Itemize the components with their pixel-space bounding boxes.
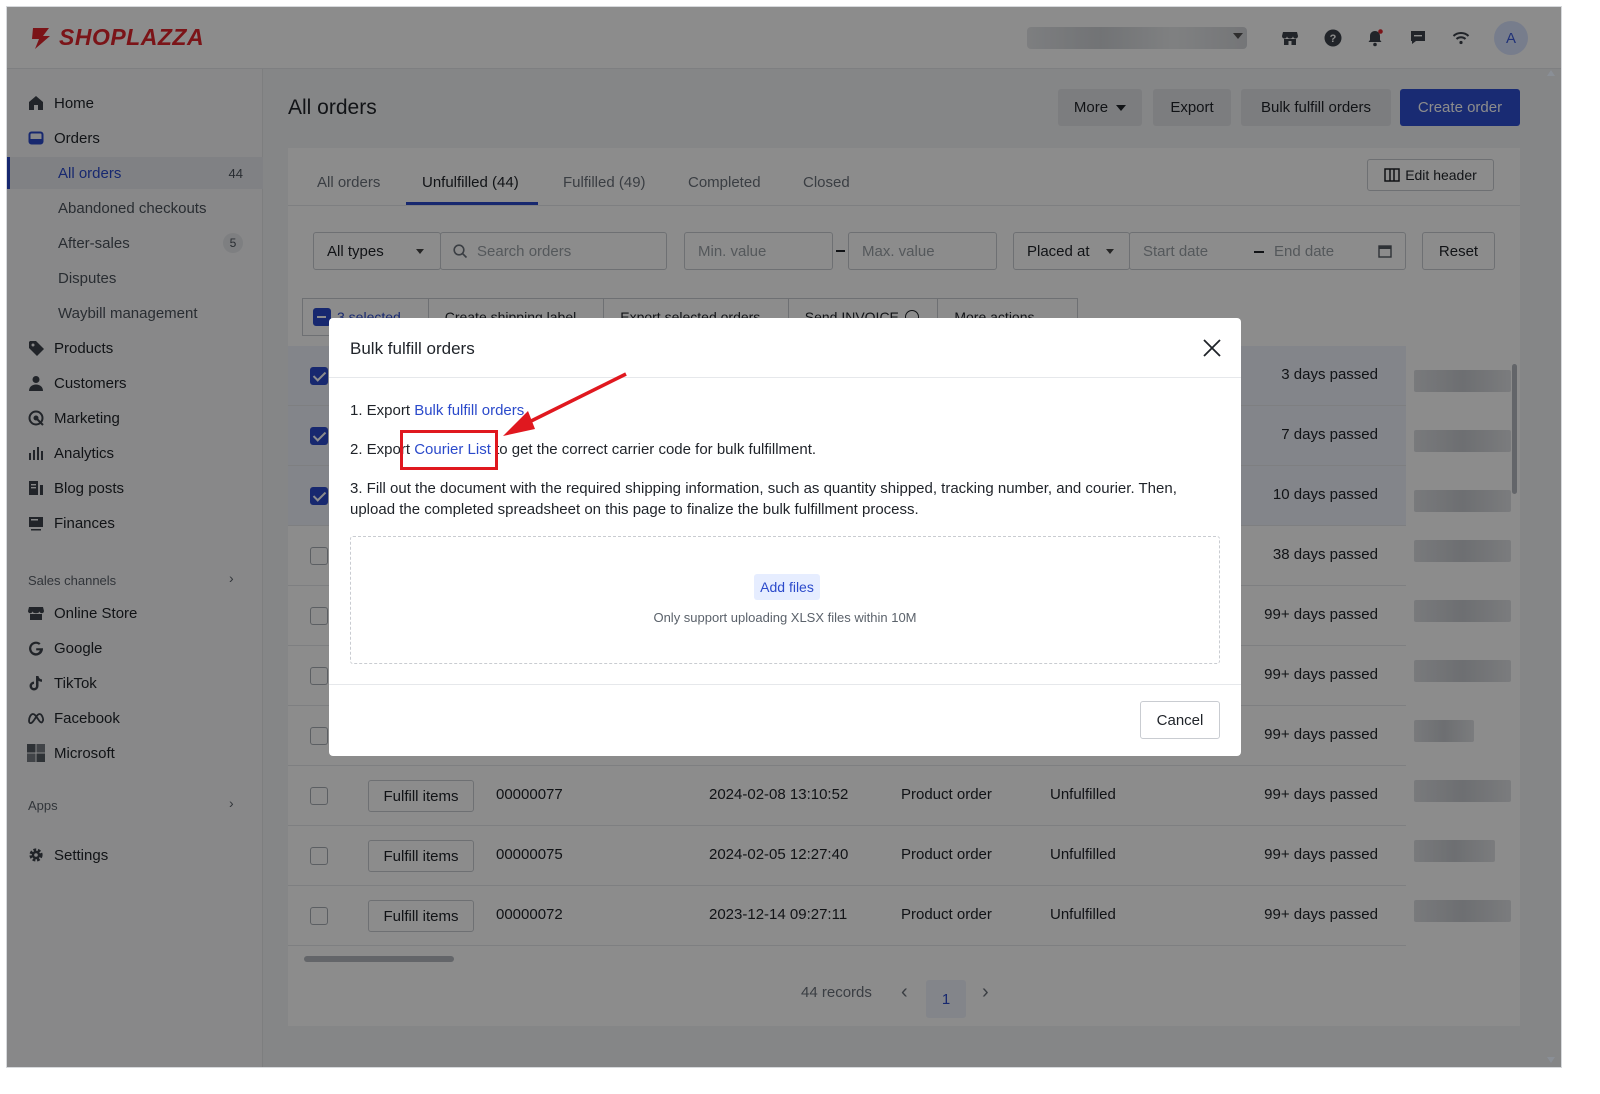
annotation-arrow-icon [503,372,627,436]
scroll-up-icon[interactable] [1547,70,1555,76]
scroll-down-icon[interactable] [1547,1057,1555,1063]
app-window: SHOPLAZZA ? A Home Orders All orders 44 … [6,6,1562,1068]
